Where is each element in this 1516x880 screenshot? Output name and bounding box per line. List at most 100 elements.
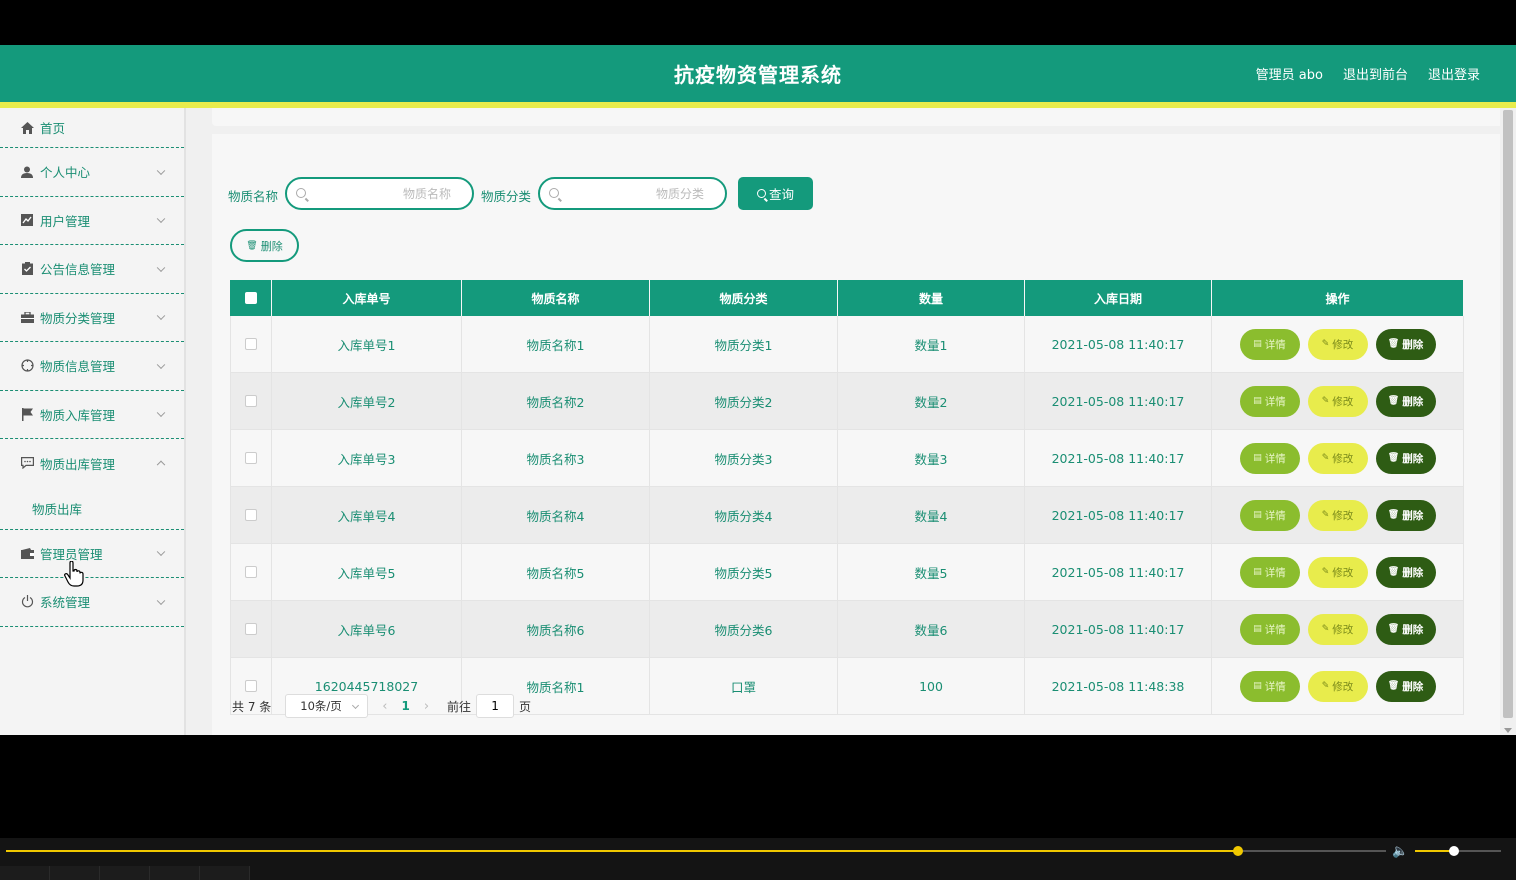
vertical-scrollbar[interactable]	[1500, 108, 1516, 735]
detail-button[interactable]: ▤ 详情	[1239, 556, 1300, 588]
page-size-select[interactable]: 10条/页	[285, 694, 369, 718]
delete-button[interactable]: 🗑 删除	[1375, 670, 1436, 702]
table-cell: 数量6	[838, 601, 1025, 657]
chevron-down-icon	[156, 214, 166, 224]
detail-button[interactable]: ▤ 详情	[1239, 670, 1300, 702]
trash-icon: 🗑	[1387, 396, 1400, 406]
delete-button[interactable]: 🗑 删除	[1375, 613, 1436, 645]
breadcrumb	[212, 108, 1508, 126]
row-checkbox[interactable]	[245, 509, 257, 521]
pencil-icon: ✎	[1321, 453, 1330, 463]
bulk-delete-button[interactable]: 🗑 删除	[230, 229, 299, 262]
table-cell: 入库单号5	[272, 544, 462, 600]
delete-button[interactable]: 🗑 删除	[1375, 499, 1436, 531]
next-page-button[interactable]: ›	[424, 699, 429, 714]
sidebar-item-stock-in-management[interactable]: 物质入库管理	[0, 391, 184, 439]
row-checkbox[interactable]	[245, 623, 257, 635]
table-cell: 2021-05-08 11:40:17	[1025, 487, 1212, 543]
sidebar-item-label: 物质出库管理	[40, 456, 116, 472]
scrollbar-thumb[interactable]	[1503, 110, 1513, 718]
seek-progress	[6, 850, 1239, 852]
trash-icon: 🗑	[1387, 624, 1400, 634]
current-page[interactable]: 1	[401, 699, 409, 713]
chevron-up-icon	[156, 460, 166, 470]
detail-button[interactable]: ▤ 详情	[1239, 385, 1300, 417]
edit-button[interactable]: ✎ 修改	[1307, 328, 1368, 360]
row-checkbox[interactable]	[245, 680, 257, 692]
row-select-cell	[230, 487, 272, 543]
delete-button[interactable]: 🗑 删除	[1375, 328, 1436, 360]
row-checkbox[interactable]	[245, 566, 257, 578]
pencil-icon: ✎	[1321, 396, 1330, 406]
edit-button[interactable]: ✎ 修改	[1307, 670, 1368, 702]
edit-button[interactable]: ✎ 修改	[1307, 442, 1368, 474]
row-checkbox[interactable]	[245, 452, 257, 464]
row-checkbox[interactable]	[245, 395, 257, 407]
detail-button[interactable]: ▤ 详情	[1239, 499, 1300, 531]
seek-handle[interactable]	[1233, 846, 1244, 856]
category-search-input[interactable]	[564, 183, 704, 205]
document-icon: ▤	[1253, 453, 1262, 463]
edit-button-label: 修改	[1332, 452, 1354, 465]
detail-button[interactable]: ▤ 详情	[1239, 442, 1300, 474]
delete-button-label: 删除	[1402, 623, 1424, 636]
sidebar-item-label: 管理员管理	[40, 546, 103, 562]
sidebar-subitem-stock-out[interactable]: 物质出库	[0, 488, 184, 530]
table-row: 入库单号5 物质名称5 物质分类5 数量5 2021-05-08 11:40:17 ▤ 详情…	[230, 544, 1464, 601]
edit-button[interactable]: ✎ 修改	[1307, 556, 1368, 588]
seek-bar[interactable]	[6, 846, 1386, 856]
goto-suffix: 页	[519, 699, 532, 714]
document-icon: ▤	[1253, 624, 1262, 634]
admin-user-label[interactable]: 管理员 abo	[1256, 64, 1323, 83]
sidebar-item-user-management[interactable]: 用户管理	[0, 197, 184, 245]
column-header: 物质分类	[650, 280, 838, 316]
volume-level	[1415, 850, 1454, 852]
compass-icon	[20, 359, 34, 373]
content-card: 物质名称 物质分类 查询 🗑 删除	[212, 134, 1508, 735]
row-checkbox[interactable]	[245, 338, 257, 350]
pencil-icon: ✎	[1321, 510, 1330, 520]
sidebar-item-notice-management[interactable]: 公告信息管理	[0, 245, 184, 294]
clipboard-icon	[20, 262, 34, 276]
scroll-down-arrow-icon[interactable]	[1504, 728, 1512, 733]
edit-button[interactable]: ✎ 修改	[1307, 499, 1368, 531]
delete-button-label: 删除	[1402, 509, 1424, 522]
sidebar-item-label: 个人中心	[40, 165, 91, 181]
pencil-icon: ✎	[1321, 624, 1330, 634]
exit-to-front-link[interactable]: 退出到前台	[1343, 64, 1408, 83]
name-search-input[interactable]	[311, 183, 451, 205]
query-button[interactable]: 查询	[738, 177, 813, 210]
home-icon	[20, 121, 34, 135]
sidebar-item-personal-center[interactable]: 个人中心	[0, 148, 184, 197]
goto-page-input[interactable]	[476, 694, 515, 718]
edit-button[interactable]: ✎ 修改	[1307, 385, 1368, 417]
delete-button[interactable]: 🗑 删除	[1375, 385, 1436, 417]
edit-button[interactable]: ✎ 修改	[1307, 613, 1368, 645]
sidebar-item-category-management[interactable]: 物质分类管理	[0, 294, 184, 342]
table-cell: 入库单号1	[272, 316, 462, 372]
volume-slider[interactable]	[1415, 846, 1501, 856]
trash-icon: 🗑	[246, 240, 258, 251]
delete-button[interactable]: 🗑 删除	[1375, 556, 1436, 588]
volume-handle[interactable]	[1448, 846, 1459, 856]
select-all-checkbox[interactable]	[244, 292, 257, 304]
flag-icon	[20, 407, 34, 421]
power-icon	[20, 595, 34, 609]
detail-button[interactable]: ▤ 详情	[1239, 328, 1300, 360]
search-icon	[756, 189, 766, 198]
sidebar-item-admin-management[interactable]: 管理员管理	[0, 530, 184, 578]
sidebar-item-system-management[interactable]: 系统管理	[0, 578, 184, 627]
sidebar-item-home[interactable]: 首页	[0, 108, 184, 148]
prev-page-button[interactable]: ‹	[382, 699, 387, 714]
volume-icon[interactable]: 🔈	[1392, 844, 1408, 859]
table-cell: 物质名称2	[462, 373, 650, 429]
sidebar-item-stock-out-management[interactable]: 物质出库管理	[0, 439, 184, 488]
table-cell: 2021-05-08 11:48:38	[1025, 658, 1212, 714]
delete-button-label: 删除	[1402, 680, 1424, 693]
detail-button[interactable]: ▤ 详情	[1239, 613, 1300, 645]
table-cell: 2021-05-08 11:40:17	[1025, 373, 1212, 429]
delete-button[interactable]: 🗑 删除	[1375, 442, 1436, 474]
row-select-cell	[230, 373, 272, 429]
sidebar-item-material-info-management[interactable]: 物质信息管理	[0, 342, 184, 391]
logout-link[interactable]: 退出登录	[1428, 64, 1480, 83]
